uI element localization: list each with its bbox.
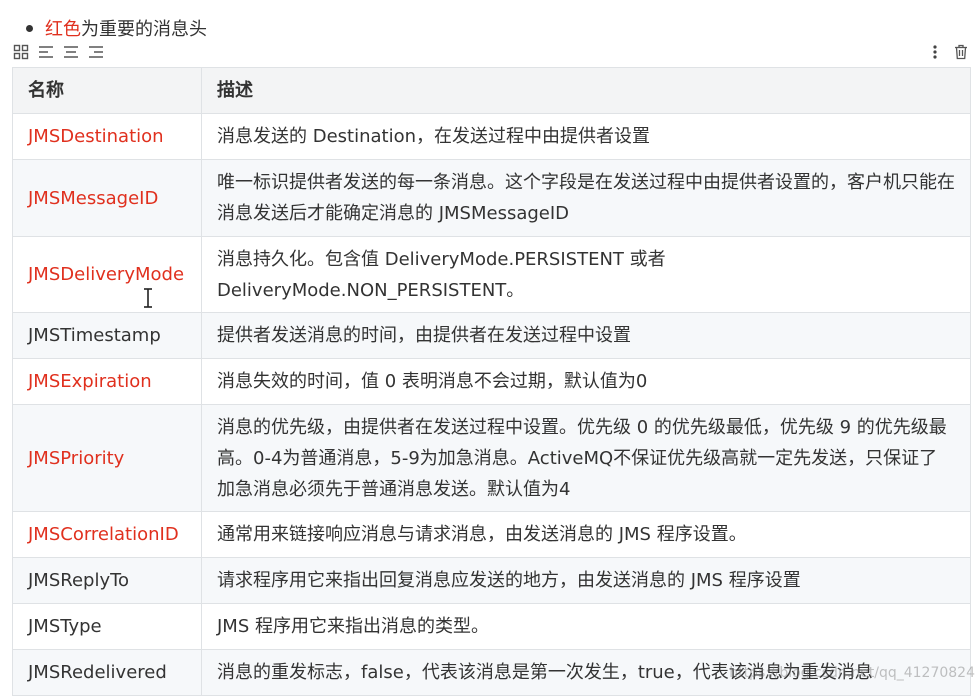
- grid-icon[interactable]: [12, 43, 30, 61]
- header-field-name: JMSTimestamp: [12, 312, 202, 359]
- table-row: JMSExpiration 消息失效的时间，值 0 表明消息不会过期，默认值为0: [12, 358, 971, 405]
- header-field-name: JMSExpiration: [12, 358, 202, 405]
- table-row: JMSDestination 消息发送的 Destination，在发送过程中由提…: [12, 113, 971, 160]
- text-cursor-icon: [144, 288, 152, 308]
- table-row: JMSMessageID 唯一标识提供者发送的每一条消息。这个字段是在发送过程中由…: [12, 159, 971, 237]
- note-text: 为重要的消息头: [81, 19, 207, 40]
- header-field-name: JMSMessageID: [12, 159, 202, 237]
- header-field-description: 消息失效的时间，值 0 表明消息不会过期，默认值为0: [201, 358, 971, 405]
- table-row: JMSTimestamp 提供者发送消息的时间，由提供者在发送过程中设置: [12, 312, 971, 359]
- header-field-name: JMSType: [12, 603, 202, 650]
- header-field-name: JMSReplyTo: [12, 557, 202, 604]
- header-field-description: JMS 程序用它来指出消息的类型。: [201, 603, 971, 650]
- table-row: JMSType JMS 程序用它来指出消息的类型。: [12, 603, 971, 650]
- watermark-text: https://blog.csdn.net/qq_41270824: [729, 665, 975, 681]
- align-right-icon[interactable]: [87, 43, 105, 61]
- header-field-name: JMSRedelivered: [12, 649, 202, 696]
- align-center-icon[interactable]: [62, 43, 80, 61]
- trash-icon[interactable]: [952, 43, 970, 61]
- header-field-description: 提供者发送消息的时间，由提供者在发送过程中设置: [201, 312, 971, 359]
- header-field-description: 请求程序用它来指出回复消息应发送的地方，由发送消息的 JMS 程序设置: [201, 557, 971, 604]
- header-field-description: 消息发送的 Destination，在发送过程中由提供者设置: [201, 113, 971, 160]
- note-line: 红色 为重要的消息头: [26, 14, 207, 42]
- header-field-name: JMSPriority: [12, 404, 202, 512]
- bullet-icon: [26, 24, 33, 32]
- header-field-description: 唯一标识提供者发送的每一条消息。这个字段是在发送过程中由提供者设置的，客户机只能…: [201, 159, 971, 237]
- header-field-name: JMSDeliveryMode: [12, 236, 202, 313]
- note-red-text: 红色: [45, 19, 81, 40]
- table-header-row: 名称 描述: [12, 67, 971, 114]
- table-row: JMSDeliveryMode 消息持久化。包含值 DeliveryMode.PE…: [12, 236, 971, 313]
- header-field-description: 消息的优先级，由提供者在发送过程中设置。优先级 0 的优先级最低，优先级 9 的…: [201, 404, 971, 512]
- table-row: JMSReplyTo 请求程序用它来指出回复消息应发送的地方，由发送消息的 JMS…: [12, 557, 971, 604]
- more-vertical-icon[interactable]: [926, 43, 944, 61]
- message-header-table: 名称 描述 JMSDestination 消息发送的 Destination，在发…: [12, 67, 971, 696]
- table-body: JMSDestination 消息发送的 Destination，在发送过程中由提…: [12, 113, 971, 696]
- align-left-icon[interactable]: [37, 43, 55, 61]
- table-row: JMSPriority 消息的优先级，由提供者在发送过程中设置。优先级 0 的优先…: [12, 404, 971, 512]
- header-field-name: JMSDestination: [12, 113, 202, 160]
- header-field-description: 通常用来链接响应消息与请求消息，由发送消息的 JMS 程序设置。: [201, 511, 971, 558]
- header-field-name: JMSCorrelationID: [12, 511, 202, 558]
- column-header-name: 名称: [12, 67, 202, 114]
- table-row: JMSCorrelationID 通常用来链接响应消息与请求消息，由发送消息的 J…: [12, 511, 971, 558]
- header-field-description: 消息持久化。包含值 DeliveryMode.PERSISTENT 或者 Del…: [201, 236, 971, 313]
- table-toolbar: [12, 43, 970, 61]
- column-header-description: 描述: [201, 67, 971, 114]
